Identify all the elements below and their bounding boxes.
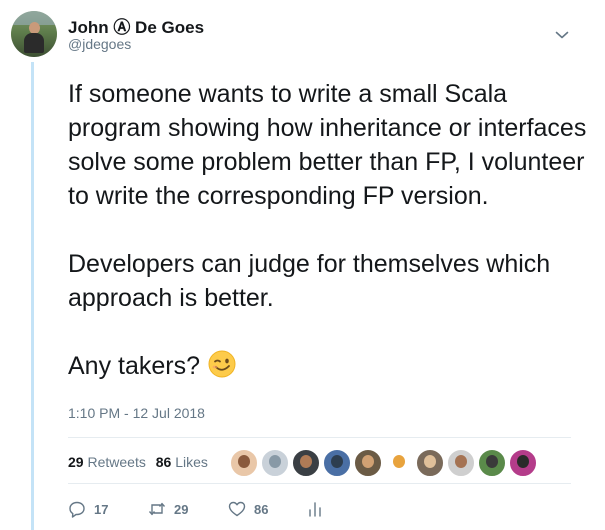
retweet-count: 29	[174, 501, 189, 517]
action-bar: 17 29 86	[68, 497, 324, 521]
reply-button[interactable]: 17	[68, 500, 148, 518]
liker-avatar[interactable]	[292, 449, 320, 477]
likes-label: Likes	[175, 454, 208, 470]
liker-avatar[interactable]	[385, 449, 413, 477]
likes-count: 86	[155, 454, 172, 470]
thread-line	[31, 62, 34, 530]
chevron-down-icon[interactable]	[555, 30, 569, 40]
reply-count: 17	[94, 501, 109, 517]
divider	[68, 437, 571, 438]
reply-icon	[69, 501, 85, 518]
like-count: 86	[254, 501, 269, 517]
analytics-button[interactable]	[306, 500, 324, 518]
liker-avatars	[230, 449, 540, 477]
liker-avatar[interactable]	[509, 449, 537, 477]
tweet-paragraph-text: Any takers?	[68, 352, 201, 380]
divider	[68, 483, 571, 484]
liker-avatar[interactable]	[230, 449, 258, 477]
liker-avatar[interactable]	[323, 449, 351, 477]
analytics-icon	[309, 502, 321, 517]
liker-avatar[interactable]	[261, 449, 289, 477]
heart-icon	[228, 501, 246, 517]
liker-avatar[interactable]	[354, 449, 382, 477]
retweets-count: 29	[68, 454, 84, 470]
liker-avatar[interactable]	[416, 449, 444, 477]
tweet-text: If someone wants to write a small Scala …	[68, 77, 588, 383]
likes-stat[interactable]: 86 Likes	[156, 454, 208, 470]
author-name[interactable]: John Ⓐ De Goes	[68, 13, 204, 38]
retweet-button[interactable]: 29	[148, 500, 228, 518]
avatar[interactable]	[11, 11, 57, 57]
tweet-timestamp[interactable]: 1:10 PM - 12 Jul 2018	[68, 405, 205, 421]
like-button[interactable]: 86	[228, 500, 306, 518]
retweets-stat[interactable]: 29 Retweets	[68, 454, 146, 470]
retweet-icon	[148, 502, 166, 516]
liker-avatar[interactable]	[478, 449, 506, 477]
tweet-paragraph: Developers can judge for themselves whic…	[68, 250, 551, 312]
tweet-stats: 29 Retweets 86 Likes	[68, 454, 214, 470]
retweets-label: Retweets	[87, 454, 146, 470]
tweet-paragraph: Any takers?	[68, 349, 588, 383]
winking-face-icon	[208, 350, 236, 378]
tweet-paragraph: If someone wants to write a small Scala …	[68, 80, 587, 210]
liker-avatar[interactable]	[447, 449, 475, 477]
author-handle[interactable]: @jdegoes	[68, 36, 131, 52]
